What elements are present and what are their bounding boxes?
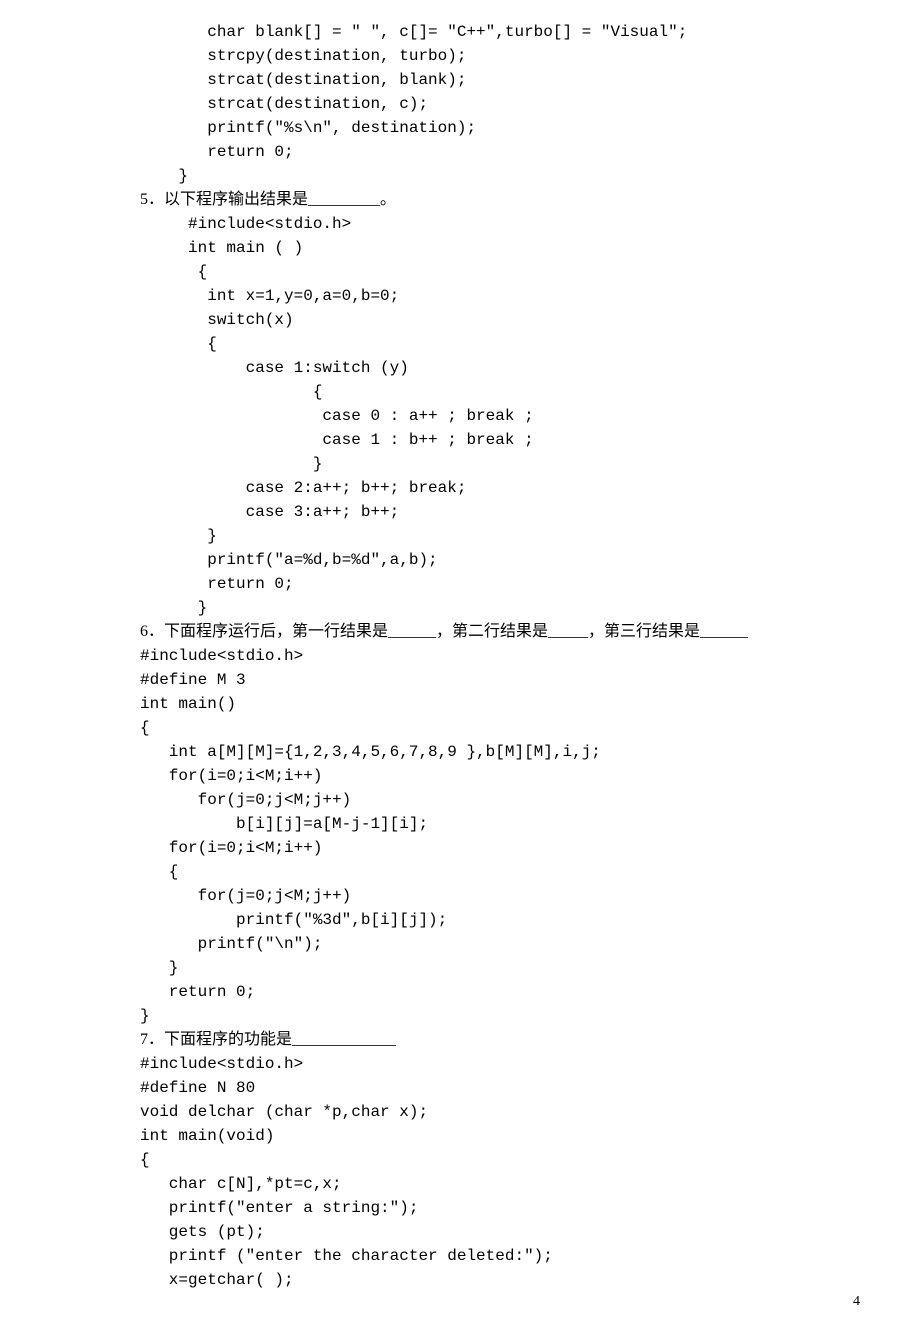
code-line: char c[N],*pt=c,x;	[140, 1172, 860, 1196]
question-text: 6．下面程序运行后，第一行结果是______，第二行结果是_____，第三行结果…	[140, 620, 860, 644]
code-line: return 0;	[140, 140, 860, 164]
code-line: printf("%3d",b[i][j]);	[140, 908, 860, 932]
code-line: {	[140, 716, 860, 740]
code-line: strcat(destination, blank);	[140, 68, 860, 92]
code-line: for(i=0;i<M;i++)	[140, 836, 860, 860]
code-line: int main()	[140, 692, 860, 716]
code-line: printf ("enter the character deleted:");	[140, 1244, 860, 1268]
code-line: }	[140, 452, 860, 476]
code-line: b[i][j]=a[M-j-1][i];	[140, 812, 860, 836]
code-line: printf("a=%d,b=%d",a,b);	[140, 548, 860, 572]
code-line: {	[140, 332, 860, 356]
code-line: case 1:switch (y)	[140, 356, 860, 380]
code-line: for(j=0;j<M;j++)	[140, 884, 860, 908]
question-text: 5．以下程序输出结果是_________。	[140, 188, 860, 212]
code-line: int a[M][M]={1,2,3,4,5,6,7,8,9 },b[M][M]…	[140, 740, 860, 764]
code-line: #include<stdio.h>	[140, 1052, 860, 1076]
code-line: switch(x)	[140, 308, 860, 332]
code-line: }	[140, 1004, 860, 1028]
code-line: case 0 : a++ ; break ;	[140, 404, 860, 428]
code-line: {	[140, 380, 860, 404]
code-line: for(j=0;j<M;j++)	[140, 788, 860, 812]
document-content: char blank[] = " ", c[]= "C++",turbo[] =…	[140, 20, 860, 1292]
code-line: int x=1,y=0,a=0,b=0;	[140, 284, 860, 308]
code-line: case 1 : b++ ; break ;	[140, 428, 860, 452]
code-line: int main(void)	[140, 1124, 860, 1148]
code-line: void delchar (char *p,char x);	[140, 1100, 860, 1124]
code-line: case 2:a++; b++; break;	[140, 476, 860, 500]
code-line: printf("\n");	[140, 932, 860, 956]
code-line: gets (pt);	[140, 1220, 860, 1244]
code-line: int main ( )	[140, 236, 860, 260]
code-line: #define M 3	[140, 668, 860, 692]
code-line: printf("enter a string:");	[140, 1196, 860, 1220]
code-line: {	[140, 1148, 860, 1172]
code-line: return 0;	[140, 572, 860, 596]
code-line: strcpy(destination, turbo);	[140, 44, 860, 68]
code-line: }	[140, 956, 860, 980]
code-line: {	[140, 860, 860, 884]
code-line: for(i=0;i<M;i++)	[140, 764, 860, 788]
code-line: char blank[] = " ", c[]= "C++",turbo[] =…	[140, 20, 860, 44]
question-text: 7．下面程序的功能是_____________	[140, 1028, 860, 1052]
code-line: case 3:a++; b++;	[140, 500, 860, 524]
code-line: return 0;	[140, 980, 860, 1004]
code-line: x=getchar( );	[140, 1268, 860, 1292]
code-line: #include<stdio.h>	[140, 644, 860, 668]
code-line: }	[140, 164, 860, 188]
code-line: printf("%s\n", destination);	[140, 116, 860, 140]
code-line: strcat(destination, c);	[140, 92, 860, 116]
code-line: {	[140, 260, 860, 284]
document-page: char blank[] = " ", c[]= "C++",turbo[] =…	[0, 0, 920, 1332]
code-line: }	[140, 596, 860, 620]
code-line: }	[140, 524, 860, 548]
code-line: #include<stdio.h>	[140, 212, 860, 236]
code-line: #define N 80	[140, 1076, 860, 1100]
